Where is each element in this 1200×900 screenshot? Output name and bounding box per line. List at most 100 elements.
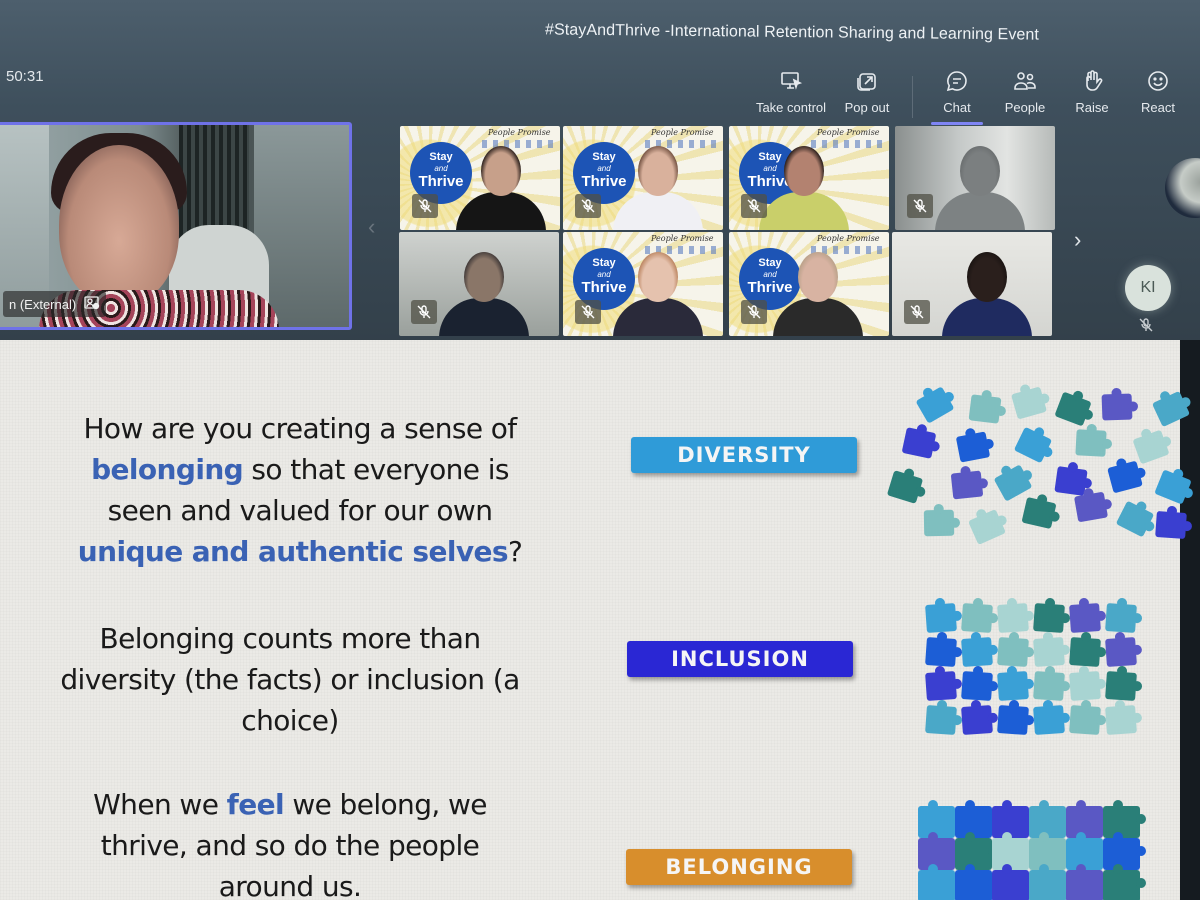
meeting-toolbar: Take control Pop out Chat People Raise R…	[748, 68, 1187, 125]
people-button[interactable]: People	[995, 68, 1055, 115]
puzzle-piece	[1069, 602, 1101, 634]
mic-off-icon	[575, 300, 601, 324]
puzzle-piece	[997, 636, 1029, 668]
puzzle-piece	[1013, 426, 1053, 464]
pop-out-icon	[854, 68, 880, 94]
take-control-label: Take control	[755, 100, 827, 115]
belonging-label: BELONGING	[626, 849, 852, 885]
closing-text-1: When we	[93, 788, 227, 821]
chevron-left-icon[interactable]: ‹	[368, 214, 375, 240]
puzzle-piece	[997, 670, 1029, 702]
participant-tile[interactable]: People Promise Stay and Thrive	[563, 126, 723, 230]
participant-tile[interactable]: People Promise Stay and Thrive	[400, 126, 560, 230]
puzzle-piece	[1069, 704, 1101, 736]
react-button[interactable]: React	[1129, 68, 1187, 115]
puzzle-piece	[1069, 670, 1101, 702]
puzzle-piece	[918, 864, 961, 900]
people-promise-header: People Promise	[817, 234, 880, 243]
active-speaker-video[interactable]: n (External)	[0, 122, 352, 330]
people-promise-header: People Promise	[651, 234, 714, 243]
participant-tile[interactable]: People Promise Stay and Thrive	[729, 232, 889, 336]
take-control-button[interactable]: Take control	[748, 68, 834, 115]
chat-button[interactable]: Chat	[929, 68, 985, 125]
participant-video	[613, 246, 703, 336]
participant-tile[interactable]: People Promise Stay and Thrive	[563, 232, 723, 336]
participant-video	[942, 246, 1032, 336]
puzzle-piece	[923, 509, 955, 537]
participant-tile[interactable]	[895, 126, 1055, 230]
question-highlight-selves: unique and authentic selves	[77, 535, 509, 568]
puzzle-piece	[955, 864, 998, 900]
puzzle-piece	[1075, 429, 1107, 457]
participant-avatar-initials[interactable]: KI	[1125, 265, 1171, 311]
participant-video	[935, 140, 1025, 230]
closing-highlight-feel: feel	[226, 788, 285, 821]
mic-off-icon	[411, 300, 437, 324]
puzzle-piece	[1069, 636, 1101, 668]
speaker-face	[59, 145, 179, 305]
participant-video	[439, 246, 529, 336]
pop-out-button[interactable]: Pop out	[836, 68, 898, 115]
participant-tile[interactable]: People Promise Stay and Thrive	[729, 126, 889, 230]
spotlight-icon	[84, 295, 100, 313]
people-label: People	[1004, 100, 1046, 115]
slide-statement: Belonging counts more than diversity (th…	[60, 622, 520, 737]
question-text-1: How are you creating a sense of	[83, 412, 517, 445]
puzzle-piece	[1105, 636, 1137, 668]
mic-off-icon	[907, 194, 933, 218]
puzzle-piece	[1151, 390, 1191, 428]
people-promise-header: People Promise	[651, 128, 714, 137]
speaker-name: n (External)	[9, 296, 77, 312]
puzzle-piece	[1033, 602, 1065, 634]
puzzle-piece	[901, 427, 937, 459]
chat-bubble-icon	[944, 68, 970, 94]
puzzle-piece	[992, 864, 1035, 900]
chat-active-indicator	[931, 122, 983, 125]
diversity-label: DIVERSITY	[631, 437, 857, 473]
puzzle-piece	[1154, 469, 1192, 505]
puzzle-piece	[1021, 496, 1057, 530]
raise-hand-button[interactable]: Raise	[1063, 68, 1121, 115]
puzzle-piece	[961, 670, 993, 702]
speaker-name-tag: n (External)	[3, 291, 107, 317]
inclusion-label: INCLUSION	[627, 641, 853, 677]
mic-off-icon	[741, 300, 767, 324]
puzzle-piece	[1010, 386, 1048, 420]
puzzle-piece	[961, 602, 993, 634]
participant-tile[interactable]	[399, 232, 559, 336]
puzzle-piece	[1132, 429, 1170, 465]
chevron-right-icon[interactable]: ›	[1074, 227, 1081, 253]
chat-label: Chat	[943, 100, 971, 115]
puzzle-piece	[1105, 704, 1137, 736]
puzzle-piece	[1101, 393, 1133, 421]
toolbar-divider	[912, 76, 913, 118]
puzzle-piece	[1115, 500, 1155, 538]
puzzle-piece	[1155, 510, 1187, 540]
puzzle-piece	[1105, 602, 1137, 634]
hand-icon	[1079, 68, 1105, 94]
puzzle-piece	[1105, 670, 1137, 702]
raise-label: Raise	[1075, 100, 1109, 115]
slide-question: How are you creating a sense of belongin…	[60, 408, 540, 572]
inclusion-puzzle-image	[924, 600, 1146, 738]
mic-off-icon	[575, 194, 601, 218]
puzzle-piece	[1107, 460, 1143, 494]
mic-off-icon	[741, 194, 767, 218]
puzzle-piece	[968, 509, 1006, 545]
question-text-3: ?	[507, 535, 523, 568]
pop-out-label: Pop out	[844, 100, 890, 115]
participant-tile[interactable]	[892, 232, 1052, 336]
react-label: React	[1141, 100, 1175, 115]
mic-off-icon	[1139, 318, 1153, 337]
puzzle-piece	[997, 704, 1029, 736]
screen-pointer-icon	[778, 68, 804, 94]
puzzle-piece	[961, 636, 993, 668]
puzzle-piece	[950, 470, 984, 500]
puzzle-piece	[1054, 391, 1092, 427]
mic-off-icon	[904, 300, 930, 324]
people-promise-header: People Promise	[817, 128, 880, 137]
puzzle-piece	[1033, 670, 1065, 702]
belonging-puzzle-image	[918, 800, 1146, 900]
slide-closing: When we feel we belong, we thrive, and s…	[60, 784, 520, 900]
puzzle-piece	[925, 670, 957, 702]
